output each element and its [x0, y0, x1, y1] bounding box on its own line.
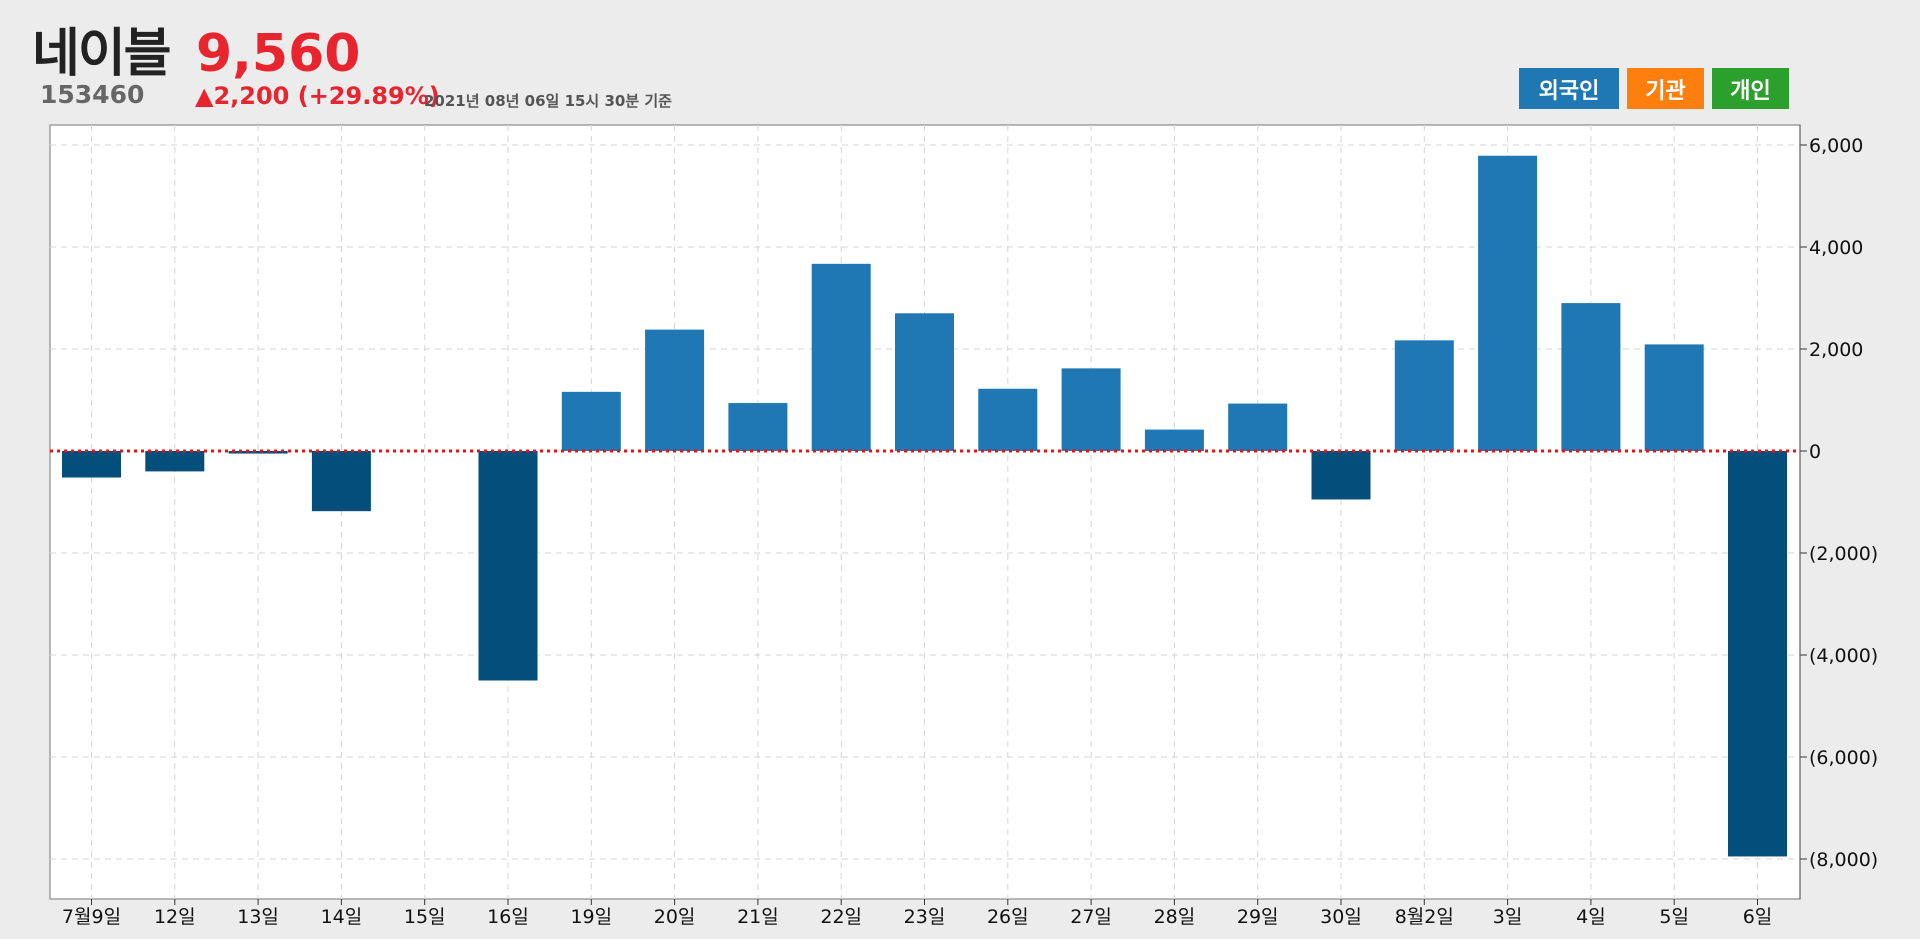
- x-tick-label: 27일: [1070, 906, 1112, 928]
- x-tick-label: 20일: [654, 906, 696, 928]
- x-tick-label: 29일: [1237, 906, 1279, 928]
- bar: [1394, 340, 1454, 451]
- y-tick-label: (2,000): [1809, 543, 1878, 565]
- y-axis: 6,000 4,000 2,000 0 (2,000) (4,000) (6,000) (8,…: [1799, 125, 1878, 899]
- x-tick-label: 5일: [1659, 906, 1689, 928]
- y-tick-label: 6,000: [1809, 135, 1863, 157]
- bar: [811, 263, 871, 451]
- bar: [311, 451, 371, 512]
- bar: [62, 451, 121, 478]
- x-tick-label: 13일: [237, 906, 279, 928]
- x-tick-label: 30일: [1320, 906, 1362, 928]
- x-tick-label: 3일: [1493, 906, 1523, 928]
- bar: [645, 329, 705, 451]
- bar: [145, 451, 205, 472]
- x-tick-label: 7월9일: [62, 906, 121, 928]
- bar: [895, 313, 954, 451]
- x-tick-label: 12일: [154, 906, 196, 928]
- bar: [228, 451, 288, 454]
- bar: [478, 451, 538, 681]
- y-tick-label: 4,000: [1809, 237, 1863, 259]
- bar: [1144, 429, 1204, 451]
- x-tick-label: 22일: [820, 906, 862, 928]
- x-tick-label: 6일: [1743, 906, 1773, 928]
- y-tick-label: (4,000): [1809, 645, 1878, 667]
- x-tick-label: 8월2일: [1395, 906, 1454, 928]
- bar: [1561, 303, 1621, 451]
- bar: [978, 388, 1038, 451]
- x-tick-label: 21일: [737, 906, 779, 928]
- x-tick-label: 16일: [487, 906, 529, 928]
- x-tick-label: 26일: [987, 906, 1029, 928]
- x-tick-label: 14일: [321, 906, 363, 928]
- y-tick-label: (6,000): [1809, 747, 1878, 769]
- bar: [1728, 451, 1787, 857]
- x-axis: 7월9일 12일 13일 14일 15일 16일 19일 20일 21일 22일 23일 26일 27일…: [62, 899, 1772, 928]
- y-tick-label: (8,000): [1809, 849, 1878, 871]
- bar: [1644, 344, 1704, 451]
- x-tick-label: 19일: [570, 906, 612, 928]
- bar: [1311, 451, 1371, 500]
- x-tick-label: 23일: [904, 906, 946, 928]
- x-tick-label: 4일: [1576, 906, 1606, 928]
- bar: [1061, 368, 1121, 451]
- bar: [1228, 403, 1288, 451]
- net-buy-bar-chart: 6,000 4,000 2,000 0 (2,000) (4,000) (6,000) (8,…: [49, 124, 1878, 928]
- x-tick-label: 28일: [1154, 906, 1196, 928]
- y-tick-label: 2,000: [1809, 339, 1863, 361]
- bar: [728, 403, 788, 451]
- x-tick-label: 15일: [404, 906, 446, 928]
- y-tick-label: 0: [1809, 441, 1821, 463]
- bar: [1478, 155, 1538, 451]
- bar: [561, 391, 621, 451]
